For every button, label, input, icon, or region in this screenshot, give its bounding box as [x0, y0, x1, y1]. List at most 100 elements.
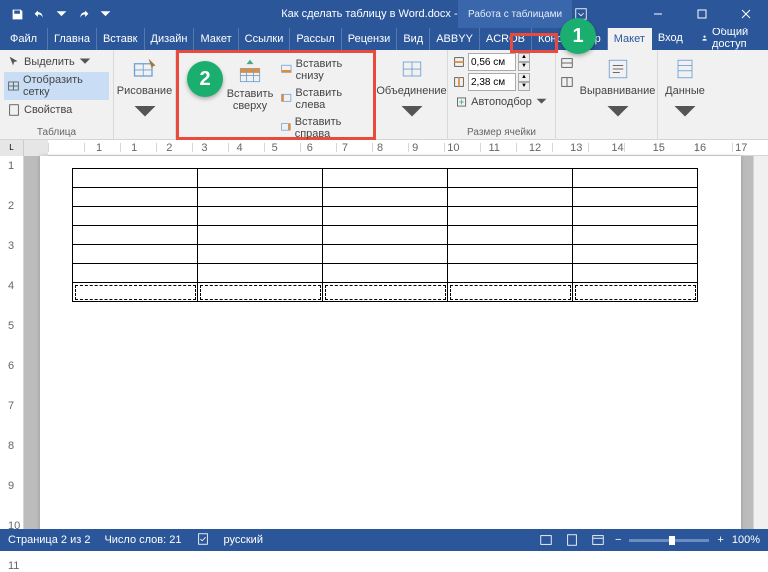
table-cell[interactable] — [573, 264, 698, 283]
undo-dropdown[interactable] — [50, 3, 72, 25]
tab-layout[interactable]: Макет — [194, 28, 238, 50]
table-cell[interactable] — [448, 188, 573, 207]
vertical-ruler[interactable]: 1234567891011 — [0, 156, 24, 540]
table-cell[interactable] — [198, 283, 323, 302]
drawing-button[interactable]: Рисование — [113, 53, 176, 129]
table-cell[interactable] — [448, 283, 573, 302]
autofit-button[interactable]: Автоподбор — [452, 93, 551, 111]
table-cell[interactable] — [573, 188, 698, 207]
table-cell[interactable] — [448, 169, 573, 188]
table-cell[interactable] — [73, 283, 198, 302]
group-merge: Объединение — [376, 50, 448, 140]
qat-customize[interactable] — [94, 3, 116, 25]
close-button[interactable] — [724, 0, 768, 28]
table-cell[interactable] — [198, 264, 323, 283]
focus-mode-button[interactable] — [537, 531, 555, 549]
share-button[interactable]: Общий доступ — [695, 26, 762, 50]
save-button[interactable] — [6, 3, 28, 25]
table-cell[interactable] — [448, 226, 573, 245]
maximize-button[interactable] — [680, 0, 724, 28]
table-cell[interactable] — [73, 245, 198, 264]
merge-button[interactable]: Объединение — [372, 53, 450, 129]
undo-button[interactable] — [28, 3, 50, 25]
group-rows-cols: 2 Вставить сверху Вставить снизу Вставит… — [176, 50, 376, 140]
tab-insert[interactable]: Вставк — [97, 28, 145, 50]
table-cell[interactable] — [198, 207, 323, 226]
redo-button[interactable] — [72, 3, 94, 25]
table-cell[interactable] — [198, 169, 323, 188]
callout-highlight-tab — [510, 33, 558, 53]
tab-view[interactable]: Вид — [397, 28, 430, 50]
insert-above-button[interactable]: Вставить сверху — [225, 56, 275, 114]
table-cell[interactable] — [73, 169, 198, 188]
web-layout-button[interactable] — [589, 531, 607, 549]
column-width-input[interactable]: ▲▼ — [452, 73, 551, 91]
table-cell[interactable] — [573, 283, 698, 302]
show-grid-button[interactable]: Отобразить сетку — [4, 72, 109, 100]
properties-button[interactable]: Свойства — [4, 101, 109, 119]
table-cell[interactable] — [198, 226, 323, 245]
vertical-scrollbar[interactable] — [753, 156, 768, 540]
tab-abbyy[interactable]: ABBYY — [430, 28, 480, 50]
document-title: Как сделать таблицу в Word.docx - Word — [281, 8, 487, 20]
table-cell[interactable] — [448, 264, 573, 283]
language-indicator[interactable]: русский — [224, 534, 263, 546]
contextual-tab-header: Работа с таблицами — [458, 0, 572, 28]
table-cell[interactable] — [323, 264, 448, 283]
table-cell[interactable] — [198, 188, 323, 207]
document-table[interactable] — [72, 168, 698, 302]
horizontal-ruler[interactable]: 11234567891011121314151617181920 — [48, 140, 768, 156]
tab-file[interactable]: Файл — [0, 28, 48, 50]
group-data: Данные — [658, 50, 712, 140]
alignment-button[interactable]: Выравнивание — [576, 53, 660, 129]
tab-table-layout[interactable]: Макет — [608, 28, 652, 50]
tab-design[interactable]: Дизайн — [145, 28, 195, 50]
page-indicator[interactable]: Страница 2 из 2 — [8, 534, 90, 546]
group-cell-size: ▲▼ ▲▼ Автоподбор Размер ячейки — [448, 50, 556, 140]
table-cell[interactable] — [73, 226, 198, 245]
print-layout-button[interactable] — [563, 531, 581, 549]
group-alignment: Выравнивание — [578, 50, 658, 140]
zoom-slider[interactable] — [629, 539, 709, 542]
insert-left-button[interactable]: Вставить слева — [277, 85, 369, 113]
distribute-rows-button[interactable] — [558, 54, 576, 72]
minimize-button[interactable] — [636, 0, 680, 28]
table-cell[interactable] — [323, 188, 448, 207]
insert-below-button[interactable]: Вставить снизу — [277, 56, 369, 84]
login-link[interactable]: Вход — [652, 32, 689, 44]
tab-references[interactable]: Ссылки — [239, 28, 291, 50]
tab-home[interactable]: Главна — [48, 28, 97, 50]
zoom-in-button[interactable]: + — [717, 534, 723, 546]
table-cell[interactable] — [573, 169, 698, 188]
word-count[interactable]: Число слов: 21 — [104, 534, 181, 546]
tab-mailings[interactable]: Рассыл — [290, 28, 341, 50]
table-cell[interactable] — [73, 188, 198, 207]
data-button[interactable]: Данные — [661, 53, 709, 129]
zoom-out-button[interactable]: − — [615, 534, 621, 546]
table-cell[interactable] — [573, 207, 698, 226]
table-cell[interactable] — [198, 245, 323, 264]
insert-right-button[interactable]: Вставить справа — [277, 114, 369, 142]
select-button[interactable]: Выделить — [4, 53, 109, 71]
table-cell[interactable] — [323, 245, 448, 264]
tab-review[interactable]: Рецензи — [342, 28, 398, 50]
table-cell[interactable] — [323, 226, 448, 245]
table-cell[interactable] — [73, 207, 198, 226]
table-cell[interactable] — [323, 283, 448, 302]
status-bar: Страница 2 из 2 Число слов: 21 русский −… — [0, 529, 768, 551]
spellcheck-icon[interactable] — [196, 532, 210, 549]
callout-2: 2 — [187, 61, 223, 97]
row-height-input[interactable]: ▲▼ — [452, 53, 551, 71]
zoom-level[interactable]: 100% — [732, 534, 760, 546]
table-cell[interactable] — [573, 245, 698, 264]
table-cell[interactable] — [573, 226, 698, 245]
share-label: Общий доступ — [712, 26, 756, 50]
table-cell[interactable] — [323, 207, 448, 226]
table-cell[interactable] — [323, 169, 448, 188]
distribute-cols-button[interactable] — [558, 73, 576, 91]
page[interactable] — [40, 156, 741, 540]
table-cell[interactable] — [73, 264, 198, 283]
table-cell[interactable] — [448, 245, 573, 264]
document-area: 1234567891011 — [0, 156, 768, 540]
table-cell[interactable] — [448, 207, 573, 226]
